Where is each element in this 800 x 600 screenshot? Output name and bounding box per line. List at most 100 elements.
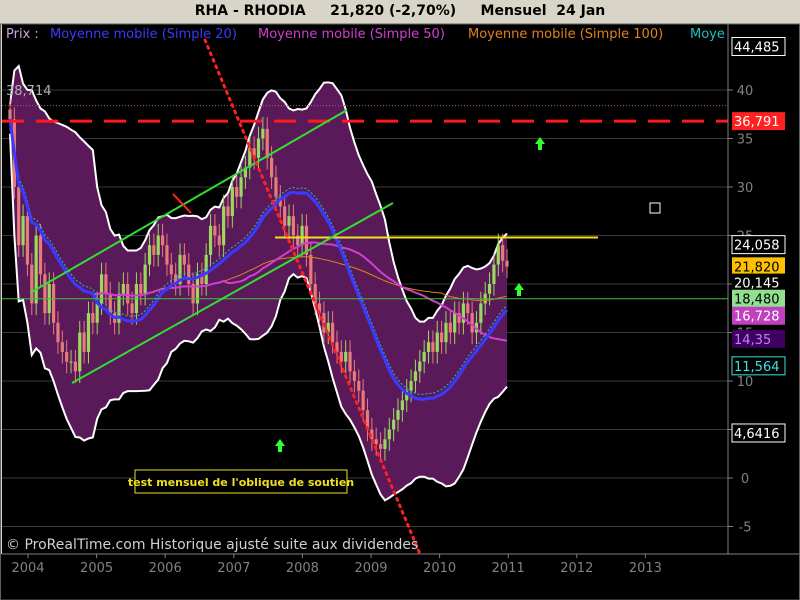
candle-body	[82, 332, 86, 352]
candle-body	[444, 322, 448, 343]
x-tick-label: 2009	[354, 561, 387, 576]
candle-body	[291, 216, 295, 236]
candle-body	[204, 254, 208, 284]
candle-body	[396, 410, 400, 420]
candle-body	[435, 332, 439, 352]
candle-body	[505, 260, 509, 267]
price-label-text: 18,480	[734, 293, 780, 308]
candle-body	[104, 274, 108, 294]
price-label-text: 36,791	[734, 115, 780, 130]
candle-body	[331, 322, 335, 343]
candle-body	[448, 322, 452, 333]
candle-body	[60, 342, 64, 352]
y-tick-label: 40	[737, 84, 754, 99]
candle-body	[147, 245, 152, 265]
candle-body	[492, 264, 496, 284]
candle-body	[222, 206, 226, 246]
candle-body	[25, 216, 30, 265]
candle-body	[466, 303, 470, 314]
candle-body	[501, 245, 505, 261]
y-tick-label: -5	[739, 521, 752, 536]
candle-body	[43, 274, 47, 314]
x-tick-label: 2006	[149, 561, 182, 576]
x-tick-label: 2011	[492, 561, 525, 576]
candle-body	[91, 313, 95, 323]
candle-body	[121, 284, 125, 294]
candle-body	[383, 439, 387, 449]
candle-body	[300, 225, 304, 246]
candle-body	[95, 303, 99, 323]
x-tick-label: 2005	[80, 561, 113, 576]
x-tick-label: 2013	[629, 561, 662, 576]
candle-body	[487, 284, 492, 294]
candle-body	[169, 264, 173, 275]
legend-entry: Moyenne mobile (Simple 20)	[50, 27, 237, 42]
candle-body	[352, 371, 357, 381]
candle-body	[139, 284, 143, 294]
y-tick-label: 10	[737, 375, 754, 390]
candle-body	[165, 245, 169, 265]
candle-body	[496, 245, 500, 265]
candle-body	[73, 361, 77, 372]
candle-body	[344, 351, 348, 362]
candle-body	[269, 157, 274, 178]
candle-body	[422, 351, 426, 362]
candle-body	[160, 235, 165, 246]
candle-body	[261, 128, 265, 139]
candle-body	[453, 313, 457, 333]
x-tick-label: 2012	[560, 561, 593, 576]
candle-body	[30, 264, 34, 304]
inner-price-label: 38,714	[6, 84, 52, 99]
candle-body	[69, 361, 73, 363]
y-tick-label: 0	[741, 472, 749, 487]
x-tick-label: 2010	[423, 561, 456, 576]
candle-body	[65, 351, 69, 362]
candle-body	[17, 187, 21, 246]
price-label-text: 4,6416	[734, 427, 780, 442]
candle-body	[38, 235, 43, 275]
candle-body	[274, 177, 278, 197]
candle-body	[256, 138, 261, 158]
candle-body	[208, 225, 213, 255]
candle-body	[392, 419, 396, 430]
candle-body	[34, 235, 38, 304]
candle-body	[348, 351, 352, 372]
candle-body	[400, 400, 404, 411]
candle-body	[126, 284, 130, 304]
candle-body	[470, 313, 474, 333]
candle-body	[309, 254, 313, 284]
candle-body	[213, 225, 217, 236]
candle-body	[440, 332, 444, 343]
candle-body	[78, 332, 82, 372]
candle-body	[21, 216, 25, 246]
candle-body	[86, 313, 91, 352]
candle-body	[56, 322, 60, 343]
x-tick-label: 2007	[217, 561, 250, 576]
candle-body	[357, 381, 361, 391]
candle-body	[339, 351, 343, 362]
legend-entry: Moyenne mobile (Simple 50)	[258, 27, 445, 42]
candle-body	[217, 235, 221, 246]
candle-body	[143, 264, 147, 294]
price-label-text: 11,564	[734, 360, 780, 375]
footer-text: © ProRealTime.com Historique ajusté suit…	[6, 537, 418, 553]
candle-body	[283, 206, 287, 226]
legend-entry: Prix :	[6, 27, 39, 42]
candle-body	[265, 128, 269, 158]
candle-body	[479, 303, 483, 323]
price-label-text: 24,058	[734, 239, 780, 254]
candle-body	[51, 284, 56, 323]
candle-body	[361, 390, 365, 411]
candle-body	[418, 361, 422, 372]
candle-body	[152, 245, 156, 255]
candle-body	[156, 235, 160, 255]
candle-body	[426, 342, 431, 352]
candle-body	[226, 206, 230, 217]
price-label-text: 16,728	[734, 310, 780, 325]
candle-body	[387, 429, 391, 440]
annotation-box: test mensuel de l'oblique de soutien	[128, 469, 354, 494]
candle-body	[235, 187, 239, 197]
bottom-axis-panel	[0, 554, 800, 600]
legend: Prix : Moyenne mobile (Simple 20) Moyenne…	[6, 27, 725, 42]
x-tick-label: 2004	[11, 561, 44, 576]
